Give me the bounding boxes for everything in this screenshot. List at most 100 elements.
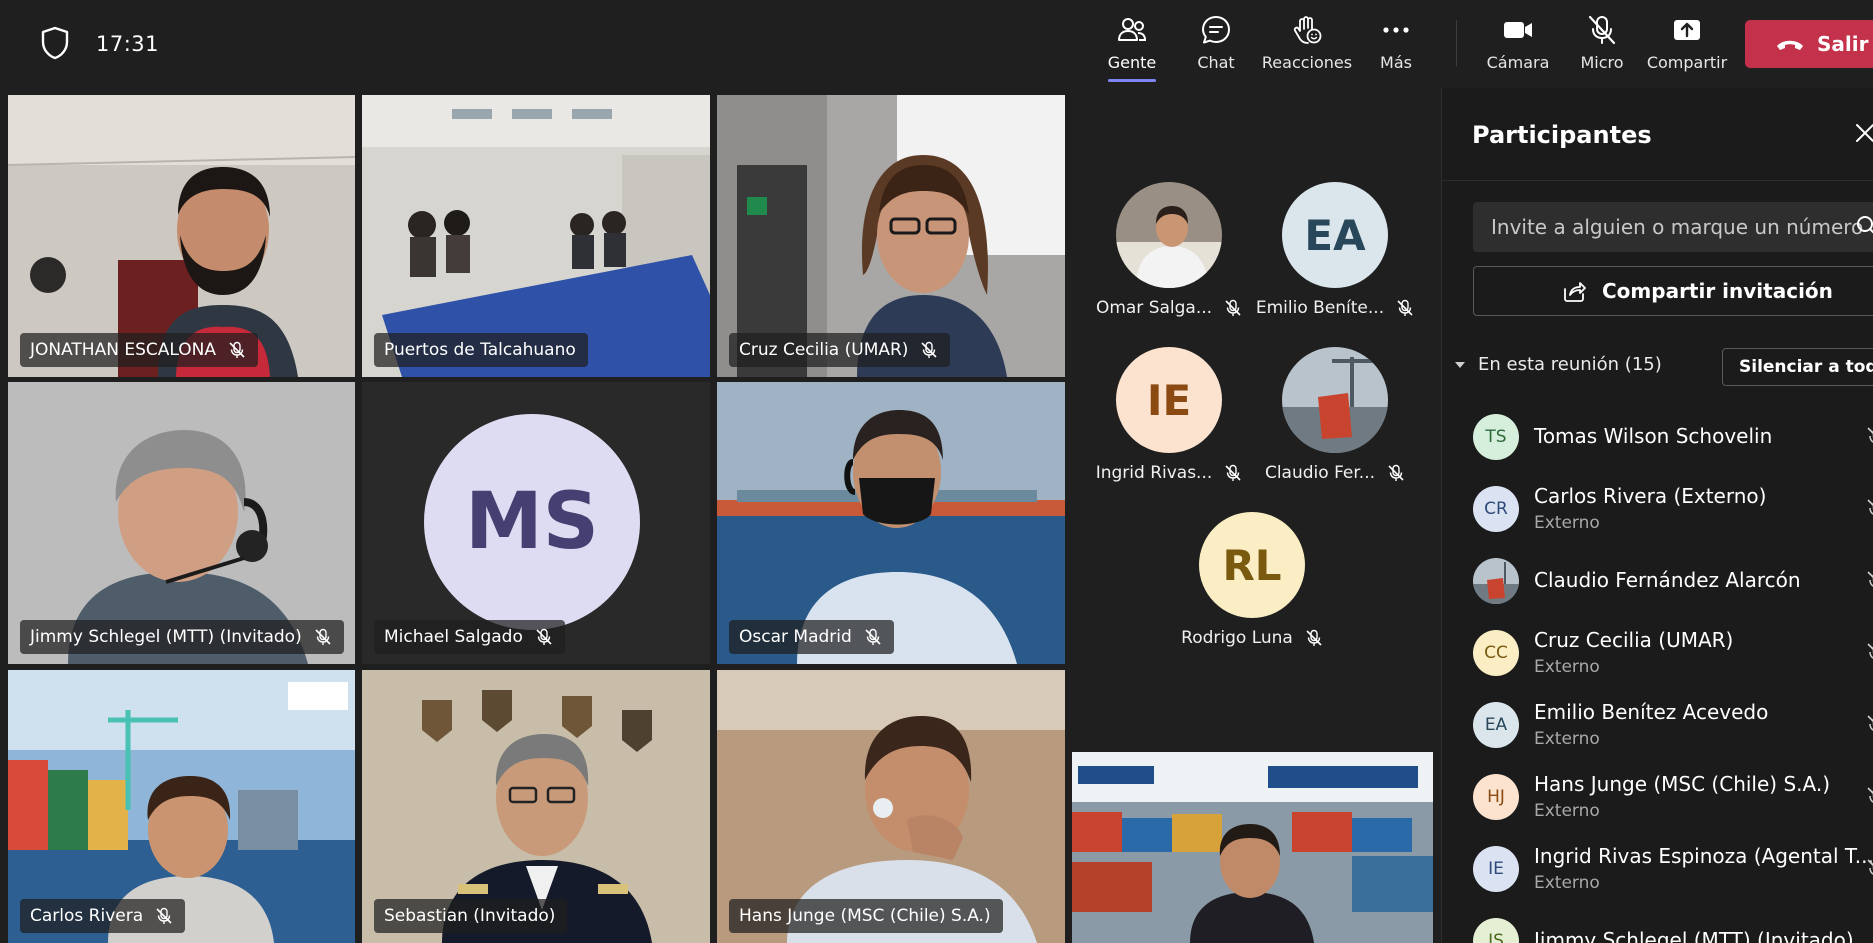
mic-off-icon[interactable] <box>1866 714 1873 736</box>
share-screen-button[interactable]: Compartir <box>1646 14 1728 80</box>
participant-name: Carlos Rivera <box>30 906 144 926</box>
reactions-button[interactable]: Reacciones <box>1262 14 1352 80</box>
participant-name: Ingrid Rivas Espinoza (Agental T... <box>1534 844 1873 868</box>
close-icon[interactable] <box>1854 122 1873 144</box>
participant-item[interactable]: JS Jimmy Schlegel (MTT) (Invitado) <box>1442 908 1873 943</box>
invite-search-input[interactable] <box>1473 202 1873 252</box>
participant-name: Tomas Wilson Schovelin <box>1534 424 1773 448</box>
search-icon[interactable] <box>1855 214 1873 238</box>
participant-item[interactable]: HJ Hans Junge (MSC (Chile) S.A.) Externo <box>1442 764 1873 836</box>
roster-item-ingrid-rivas[interactable]: IE Ingrid Rivas... <box>1084 347 1254 497</box>
self-view-video[interactable] <box>1072 752 1433 943</box>
roster-item-claudio-fernandez[interactable]: Claudio Fer... <box>1250 347 1420 497</box>
avatar: IE <box>1473 846 1519 892</box>
video-tile-oscar-madrid[interactable]: Oscar Madrid <box>717 382 1065 664</box>
video-tile-carlos-rivera[interactable]: Carlos Rivera <box>8 670 355 943</box>
section-label: En esta reunión (15) <box>1478 354 1662 375</box>
toolbar-divider <box>1456 20 1457 66</box>
roster-item-rodrigo-luna[interactable]: RL Rodrigo Luna <box>1167 512 1337 662</box>
mute-all-button[interactable]: Silenciar a todos <box>1722 348 1873 386</box>
reactions-icon <box>1293 16 1322 44</box>
avatar: TS <box>1473 414 1519 460</box>
active-indicator <box>1108 79 1156 82</box>
mic-off-icon[interactable] <box>1866 786 1873 808</box>
mic-off-icon[interactable] <box>1866 498 1873 520</box>
reactions-label: Reacciones <box>1261 53 1353 72</box>
shield-icon[interactable] <box>40 26 70 60</box>
share-screen-icon <box>1674 20 1700 40</box>
avatar <box>1473 558 1519 604</box>
roster-label: Claudio Fer... <box>1265 463 1405 483</box>
mic-off-icon <box>156 907 172 924</box>
share-screen-label: Compartir <box>1646 53 1728 72</box>
people-label: Gente <box>1107 53 1157 72</box>
participant-name: Carlos Rivera (Externo) <box>1534 484 1767 508</box>
participant-name: Emilio Benítez Acevedo <box>1534 700 1769 724</box>
participant-name-tag: Puertos de Talcahuano <box>374 333 588 367</box>
avatar <box>1116 182 1222 288</box>
camera-button[interactable]: Cámara <box>1486 14 1550 80</box>
avatar: JS <box>1473 918 1519 943</box>
participant-item[interactable]: EA Emilio Benítez Acevedo Externo <box>1442 692 1873 764</box>
participant-role: Externo <box>1534 513 1600 533</box>
share-invitation-button[interactable]: Compartir invitación <box>1473 266 1873 316</box>
mic-off-icon[interactable] <box>1866 642 1873 664</box>
panel-divider <box>1442 180 1873 181</box>
participant-video <box>1072 752 1433 943</box>
participant-item[interactable]: CR Carlos Rivera (Externo) Externo <box>1442 476 1873 548</box>
camera-label: Cámara <box>1486 53 1550 72</box>
participant-name-tag: JONATHAN ESCALONA <box>20 333 258 367</box>
participant-item[interactable]: CC Cruz Cecilia (UMAR) Externo <box>1442 620 1873 692</box>
participant-list: TS Tomas Wilson Schovelin CR Carlos Rive… <box>1442 404 1873 943</box>
participant-item[interactable]: Claudio Fernández Alarcón <box>1442 548 1873 620</box>
video-tile-jonathan-escalona[interactable]: JONATHAN ESCALONA <box>8 95 355 377</box>
share-icon <box>1564 282 1586 302</box>
roster-label: Rodrigo Luna <box>1181 628 1323 648</box>
mic-button[interactable]: Micro <box>1580 14 1624 80</box>
more-label: Más <box>1380 53 1412 72</box>
roster-label: Emilio Beníte... <box>1256 298 1414 318</box>
mic-off-icon <box>229 341 245 358</box>
video-tile-jimmy-schlegel[interactable]: Jimmy Schlegel (MTT) (Invitado) <box>8 382 355 664</box>
phone-hangup-icon <box>1777 40 1803 50</box>
video-tile-hans-junge[interactable]: Hans Junge (MSC (Chile) S.A.) <box>717 670 1065 943</box>
roster-item-omar-salgado[interactable]: Omar Salga... <box>1084 182 1254 332</box>
avatar: EA <box>1473 702 1519 748</box>
participant-item[interactable]: IE Ingrid Rivas Espinoza (Agental T... E… <box>1442 836 1873 908</box>
avatar: CR <box>1473 486 1519 532</box>
people-button[interactable]: Gente <box>1107 14 1157 82</box>
mic-off-icon <box>1225 299 1241 316</box>
avatar: EA <box>1282 182 1388 288</box>
mic-off-icon[interactable] <box>1866 858 1873 880</box>
participant-item[interactable]: TS Tomas Wilson Schovelin <box>1442 404 1873 476</box>
video-tile-sebastian[interactable]: Sebastian (Invitado) <box>362 670 710 943</box>
roster-name: Claudio Fer... <box>1264 463 1376 483</box>
mic-off-icon[interactable] <box>1866 570 1873 592</box>
video-tile-puertos-de-talcahuano[interactable]: Puertos de Talcahuano <box>362 95 710 377</box>
avatar <box>1282 347 1388 453</box>
participant-name: Cruz Cecilia (UMAR) <box>739 340 909 360</box>
panel-title: Participantes <box>1472 121 1652 149</box>
mic-off-icon <box>315 628 331 645</box>
mic-off-icon[interactable] <box>1866 426 1873 448</box>
chat-button[interactable]: Chat <box>1197 14 1235 80</box>
more-button[interactable]: Más <box>1380 14 1412 80</box>
avatar: IE <box>1116 347 1222 453</box>
participant-name-tag: Carlos Rivera <box>20 899 186 933</box>
roster-name: Rodrigo Luna <box>1181 628 1293 648</box>
mic-label: Micro <box>1580 53 1624 72</box>
participant-name: Claudio Fernández Alarcón <box>1534 568 1801 592</box>
roster-item-emilio-benitez[interactable]: EA Emilio Beníte... <box>1250 182 1420 332</box>
participant-name-tag: Hans Junge (MSC (Chile) S.A.) <box>729 899 1003 933</box>
video-tile-michael-salgado[interactable]: MS Michael Salgado <box>362 382 710 664</box>
participant-name: Hans Junge (MSC (Chile) S.A.) <box>1534 772 1830 796</box>
camera-icon <box>1504 22 1532 38</box>
in-meeting-section-toggle[interactable]: En esta reunión (15) <box>1454 354 1662 375</box>
leave-button[interactable]: Salir <box>1745 20 1873 68</box>
participant-name: Jimmy Schlegel (MTT) (Invitado) <box>30 627 302 647</box>
video-tile-cruz-cecilia[interactable]: Cruz Cecilia (UMAR) <box>717 95 1065 377</box>
participant-name: Michael Salgado <box>384 627 523 647</box>
roster-name: Omar Salga... <box>1095 298 1213 318</box>
share-invitation-label: Compartir invitación <box>1602 279 1833 303</box>
participant-role: Externo <box>1534 729 1600 749</box>
